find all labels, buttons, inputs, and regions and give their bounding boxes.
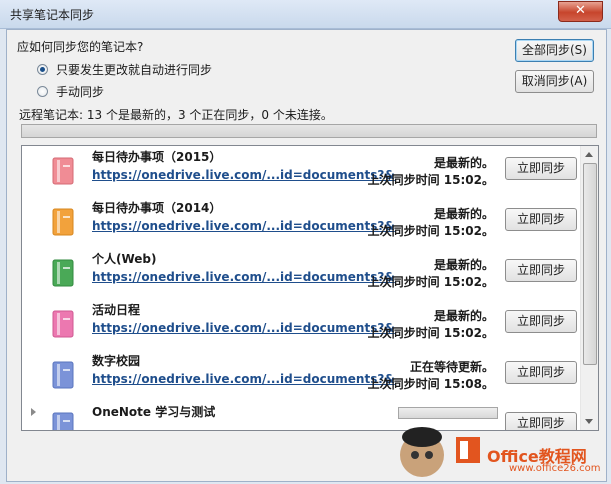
notebook-status: 是最新的。 [433, 309, 494, 323]
notebook-last-sync: 上次同步时间 15:08。 [367, 377, 494, 391]
sync-now-button[interactable]: 立即同步 [505, 157, 577, 180]
cancel-sync-button[interactable]: 取消同步(A) [515, 70, 594, 93]
overall-progress-bar [21, 124, 597, 138]
notebook-row: 每日待办事项（2014） https://onedrive.live.com/.… [22, 197, 582, 248]
notebook-list: 每日待办事项（2015） https://onedrive.live.com/.… [21, 145, 599, 431]
notebook-row: 活动日程 https://onedrive.live.com/...id=doc… [22, 299, 582, 350]
notebook-sync-progress [398, 407, 498, 419]
notebook-status: 是最新的。 [433, 207, 494, 221]
notebook-icon [52, 259, 74, 287]
notebook-link[interactable]: https://onedrive.live.com/...id=document… [92, 270, 395, 284]
sync-now-button[interactable]: 立即同步 [505, 310, 577, 333]
dialog-client-area: 应如何同步您的笔记本? 只要发生更改就自动进行同步 手动同步 全部同步(S) 取… [6, 29, 607, 482]
notebook-name: 每日待办事项（2015） [92, 150, 222, 164]
notebook-last-sync: 上次同步时间 15:02。 [367, 326, 494, 340]
list-scrollbar[interactable] [580, 146, 598, 430]
notebook-icon [52, 208, 74, 236]
notebook-name: OneNote 学习与测试 [92, 405, 216, 419]
notebook-link[interactable]: https://onedrive.live.com/...id=document… [92, 321, 395, 335]
sync-question: 应如何同步您的笔记本? [17, 40, 144, 54]
notebook-status: 是最新的。 [433, 258, 494, 272]
scroll-up-icon[interactable] [585, 152, 593, 157]
notebook-name: 每日待办事项（2014） [92, 201, 222, 215]
notebook-row: 个人(Web) https://onedrive.live.com/...id=… [22, 248, 582, 299]
option-manual-sync-label: 手动同步 [56, 84, 105, 99]
radio-manual-sync[interactable] [37, 85, 48, 97]
notebook-row: 每日待办事项（2015） https://onedrive.live.com/.… [22, 146, 582, 197]
expand-arrow-icon[interactable] [31, 408, 36, 416]
notebook-link[interactable]: https://onedrive.live.com/...id=document… [92, 372, 395, 386]
option-auto-sync-label: 只要发生更改就自动进行同步 [56, 62, 213, 77]
watermark-site-url: www.office26.com [509, 463, 601, 474]
notebook-row: 数字校园 https://onedrive.live.com/...id=doc… [22, 350, 582, 401]
notebook-last-sync: 上次同步时间 15:02。 [367, 224, 494, 238]
watermark: Office教程网 www.office26.com [394, 419, 605, 480]
sync-now-button[interactable]: 立即同步 [505, 361, 577, 384]
scrollbar-thumb[interactable] [583, 163, 597, 365]
sync-now-button[interactable]: 立即同步 [505, 208, 577, 231]
notebook-icon [52, 361, 74, 389]
notebook-name: 个人(Web) [92, 252, 157, 266]
notebook-link[interactable]: https://onedrive.live.com/...id=document… [92, 168, 395, 182]
option-manual-sync[interactable]: 手动同步 [37, 83, 104, 99]
notebook-icon [52, 310, 74, 338]
notebook-link[interactable]: https://onedrive.live.com/...id=document… [92, 219, 395, 233]
close-button[interactable]: ✕ [558, 1, 603, 22]
notebook-icon [52, 412, 74, 430]
notebook-name: 活动日程 [92, 303, 141, 317]
notebook-status: 是最新的。 [433, 156, 494, 170]
option-auto-sync[interactable]: 只要发生更改就自动进行同步 [37, 61, 212, 77]
title-bar: 共享笔记本同步 ✕ [0, 0, 611, 29]
sync-now-button[interactable]: 立即同步 [505, 259, 577, 282]
notebook-icon [52, 157, 74, 185]
notebook-status: 正在等待更新。 [409, 360, 494, 374]
window-title: 共享笔记本同步 [10, 8, 95, 22]
notebook-last-sync: 上次同步时间 15:02。 [367, 275, 494, 289]
notebook-last-sync: 上次同步时间 15:02。 [367, 173, 494, 187]
remote-notebooks-summary: 远程笔记本: 13 个是最新的，3 个正在同步，0 个未连接。 [19, 108, 333, 122]
radio-auto-sync[interactable] [37, 63, 48, 75]
sync-all-button[interactable]: 全部同步(S) [515, 39, 594, 62]
notebook-name: 数字校园 [92, 354, 141, 368]
